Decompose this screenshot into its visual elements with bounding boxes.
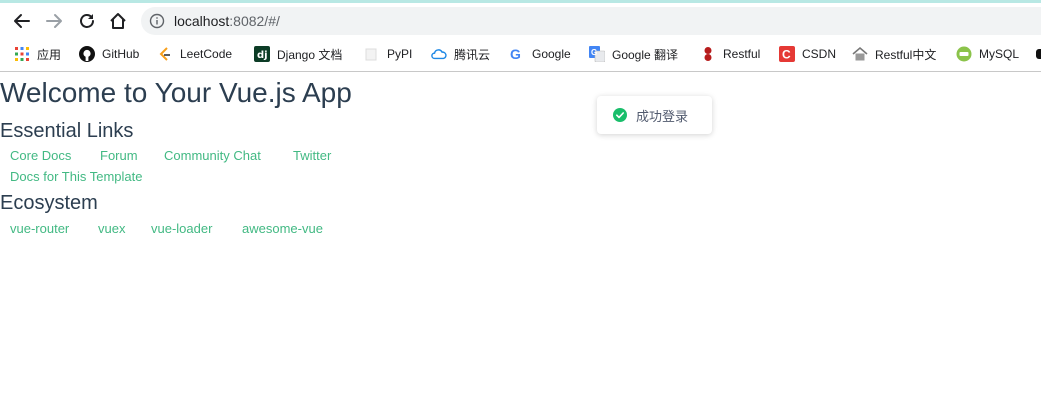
link-community-chat[interactable]: Community Chat xyxy=(164,148,261,164)
address-bar[interactable]: localhost:8082/#/ xyxy=(141,7,1041,35)
cloud-icon xyxy=(431,46,447,62)
apps-grid-icon xyxy=(14,46,30,62)
home-icon xyxy=(110,13,126,29)
bookmark-csdn[interactable]: C CSDN xyxy=(779,44,836,64)
link-docs-template[interactable]: Docs for This Template xyxy=(10,169,142,185)
essential-links-heading: Essential Links xyxy=(0,120,134,142)
bookmark-pypi[interactable]: PyPI xyxy=(364,44,412,64)
url-host: localhost xyxy=(174,13,230,29)
reload-button[interactable] xyxy=(75,9,99,33)
vue-app-page: Welcome to Your Vue.js App Essential Lin… xyxy=(0,72,1041,416)
bookmark-django[interactable]: dj Django 文档 xyxy=(254,44,342,64)
link-vue-router[interactable]: vue-router xyxy=(10,221,69,237)
back-button[interactable] xyxy=(10,9,34,33)
restful-icon xyxy=(700,46,716,62)
bookmark-label: MySQL xyxy=(979,47,1020,61)
bookmark-leetcode[interactable]: LeetCode xyxy=(157,44,232,64)
bookmark-label: 腾讯云 xyxy=(454,47,491,62)
google-icon: G xyxy=(509,46,525,62)
home-button[interactable] xyxy=(106,9,130,33)
bookmark-label: Google xyxy=(532,47,571,61)
svg-text:G: G xyxy=(510,46,521,62)
bookmark-tencent-cloud[interactable]: 腾讯云 xyxy=(431,44,490,64)
link-vue-loader[interactable]: vue-loader xyxy=(151,221,212,237)
github-icon xyxy=(79,46,95,62)
link-core-docs[interactable]: Core Docs xyxy=(10,148,71,164)
check-circle-icon xyxy=(613,108,627,122)
bookmark-label: Restful xyxy=(723,47,761,61)
link-vuex[interactable]: vuex xyxy=(98,221,125,237)
arrow-left-icon xyxy=(14,14,30,28)
ecosystem-heading: Ecosystem xyxy=(0,192,98,214)
url-path: :8082/#/ xyxy=(229,13,280,29)
leetcode-icon xyxy=(157,46,173,62)
reload-icon xyxy=(80,14,94,28)
link-forum[interactable]: Forum xyxy=(100,148,138,164)
svg-text:C: C xyxy=(782,48,791,62)
link-twitter[interactable]: Twitter xyxy=(293,148,331,164)
page-title: Welcome to Your Vue.js App xyxy=(0,77,352,108)
link-awesome-vue[interactable]: awesome-vue xyxy=(242,221,323,237)
arrow-right-icon xyxy=(46,14,62,28)
bookmark-restful-cn[interactable]: Restful中文 xyxy=(852,44,936,64)
bookmark-restful[interactable]: Restful xyxy=(700,44,760,64)
bookmark-label: GitHub xyxy=(102,47,140,61)
bookmark-label: Google 翻译 xyxy=(612,47,679,62)
forward-button[interactable] xyxy=(42,9,66,33)
svg-text:dj: dj xyxy=(257,50,268,61)
bookmark-google[interactable]: G Google xyxy=(509,44,571,64)
pypi-icon xyxy=(364,46,380,62)
bookmark-label: Django 文档 xyxy=(277,47,343,62)
svg-text:G: G xyxy=(591,48,597,57)
info-icon[interactable] xyxy=(149,13,165,29)
bookmark-label: PyPI xyxy=(387,47,413,61)
bookmark-label: LeetCode xyxy=(180,47,233,61)
browser-toolbar: localhost:8082/#/ xyxy=(0,3,1041,38)
bookmarks-bar: 应用 GitHub LeetCode dj Django 文档 PyPI 腾讯云… xyxy=(0,38,1041,72)
django-icon: dj xyxy=(254,46,270,62)
bookmark-github[interactable]: GitHub xyxy=(79,44,139,64)
csdn-icon: C xyxy=(779,46,795,62)
house-icon xyxy=(852,46,868,62)
success-toast: 成功登录 xyxy=(597,96,712,134)
mysql-icon xyxy=(956,46,972,62)
bookmark-google-translate[interactable]: G Google 翻译 xyxy=(589,44,678,64)
url-text[interactable]: localhost:8082/#/ xyxy=(174,13,280,29)
bookmark-overflow-icon[interactable] xyxy=(1036,49,1041,59)
translate-icon: G xyxy=(589,46,605,62)
bookmark-label: Restful中文 xyxy=(875,47,937,62)
bookmark-apps[interactable]: 应用 xyxy=(14,44,61,64)
toast-message: 成功登录 xyxy=(636,108,689,124)
bookmark-mysql[interactable]: MySQL xyxy=(956,44,1019,64)
bookmark-label: CSDN xyxy=(802,47,837,61)
bookmark-label: 应用 xyxy=(37,47,62,62)
